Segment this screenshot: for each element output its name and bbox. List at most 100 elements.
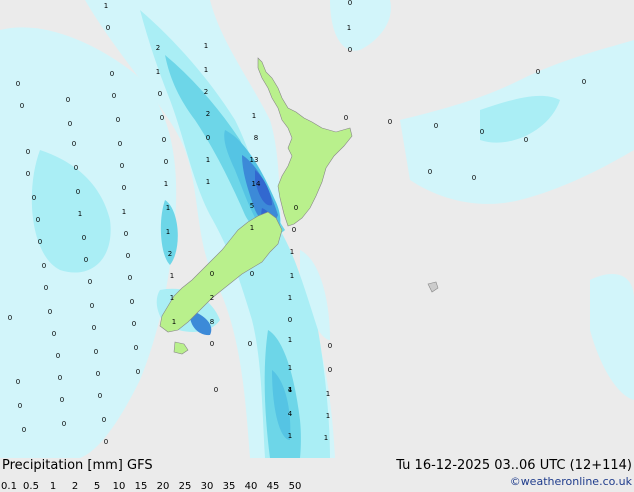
precip-value-label: 0 <box>288 316 292 324</box>
precip-value-label: 0 <box>26 170 30 178</box>
precip-value-label: 0 <box>480 128 484 136</box>
precip-value-label: 1 <box>326 412 330 420</box>
precip-value-label: 0 <box>48 308 52 316</box>
precip-value-label: 0 <box>294 204 298 212</box>
precip-value-label: 0 <box>56 352 60 360</box>
precip-value-label: 0 <box>102 416 106 424</box>
precip-value-label: 1 <box>324 434 328 442</box>
precipitation-map: 1 0 0 1 0 2 1 0 1 1 0 0 0 2 0 0 0 0 0 2 1 8 0 0 0 0 0 0 0 0 0 0 0 0 0 0 0 0 1 1… <box>0 0 634 458</box>
precip-value-label: 0 <box>22 426 26 434</box>
precip-value-label: 1 <box>156 68 160 76</box>
precip-value-label: 0 <box>428 168 432 176</box>
precip-value-label: 4 <box>288 386 293 394</box>
precip-value-label: 0 <box>388 118 392 126</box>
precip-value-label: 4 <box>288 410 293 418</box>
precip-value-label: 5 <box>250 202 254 210</box>
credit-link[interactable]: ©weatheronline.co.uk <box>510 475 632 488</box>
precip-value-label: 0 <box>122 184 126 192</box>
precip-value-label: 0 <box>8 314 12 322</box>
precip-value-label: 1 <box>204 42 208 50</box>
precip-value-label: 0 <box>524 136 528 144</box>
precip-value-label: 0 <box>116 116 120 124</box>
precip-value-label: 0 <box>472 174 476 182</box>
precip-value-label: 0 <box>112 92 116 100</box>
precip-value-label: 0 <box>88 278 92 286</box>
precip-value-label: 0 <box>92 324 96 332</box>
precip-value-label: 1 <box>104 2 108 10</box>
precip-value-label: 2 <box>168 250 172 258</box>
precip-value-label: 0 <box>120 162 124 170</box>
precip-value-label: 0 <box>160 114 164 122</box>
precip-value-label: 0 <box>536 68 540 76</box>
precip-value-label: 14 <box>252 180 261 188</box>
precip-value-label: 0 <box>90 302 94 310</box>
precip-value-label: 1 <box>172 318 176 326</box>
precip-value-label: 0 <box>44 284 48 292</box>
precip-value-label: 0 <box>26 148 30 156</box>
precip-value-label: 0 <box>16 80 20 88</box>
legend-tick-label: 2 <box>71 481 79 492</box>
precip-value-label: 0 <box>250 270 254 278</box>
precip-value-label: 0 <box>210 270 214 278</box>
precip-value-label: 1 <box>326 390 330 398</box>
precip-value-label: 1 <box>288 336 292 344</box>
precip-value-label: 0 <box>72 140 76 148</box>
precip-value-label: 0 <box>32 194 36 202</box>
precip-value-label: 1 <box>164 180 168 188</box>
precip-value-label: 0 <box>434 122 438 130</box>
precip-value-label: 2 <box>156 44 160 52</box>
precip-value-label: 0 <box>162 136 166 144</box>
precip-value-label: 2 <box>206 110 210 118</box>
precip-value-label: 0 <box>18 402 22 410</box>
precip-value-label: 0 <box>158 90 162 98</box>
precip-value-label: 0 <box>582 78 586 86</box>
precip-value-label: 0 <box>110 70 114 78</box>
precip-value-label: 0 <box>74 164 78 172</box>
precip-value-label: 1 <box>206 178 210 186</box>
legend-tick-label: 25 <box>178 481 192 492</box>
precip-value-label: 0 <box>94 348 98 356</box>
legend-tick-label: 35 <box>222 481 236 492</box>
map-title: Precipitation [mm] GFS <box>2 458 153 473</box>
precip-value-label: 1 <box>78 210 82 218</box>
precip-value-label: 0 <box>98 392 102 400</box>
precip-value-label: 0 <box>348 46 352 54</box>
precip-value-label: 0 <box>164 158 168 166</box>
precip-value-label: 0 <box>328 366 332 374</box>
precip-value-label: 0 <box>292 226 296 234</box>
precip-value-label: 1 <box>206 156 210 164</box>
precip-value-label: 0 <box>214 386 218 394</box>
legend-tick-label: 1 <box>49 481 57 492</box>
precip-value-label: 0 <box>128 274 132 282</box>
precip-value-label: 0 <box>104 438 108 446</box>
precip-value-label: 0 <box>118 140 122 148</box>
precip-value-label: 1 <box>166 204 170 212</box>
footer: Precipitation [mm] GFS Tu 16-12-2025 03.… <box>0 458 634 492</box>
precip-value-label: 0 <box>84 256 88 264</box>
precip-value-label: 0 <box>130 298 134 306</box>
legend-tick-label: 30 <box>200 481 214 492</box>
precip-value-label: 0 <box>106 24 110 32</box>
precip-value-label: 8 <box>254 134 258 142</box>
precip-value-label: 0 <box>52 330 56 338</box>
precip-value-label: 1 <box>204 66 208 74</box>
precip-value-label: 1 <box>170 294 174 302</box>
legend-tick-label: 15 <box>134 481 148 492</box>
precip-value-label: 1 <box>290 248 294 256</box>
legend-tick-label: 0.1 <box>1 481 17 492</box>
precip-value-label: 0 <box>248 340 252 348</box>
legend-tick-label: 10 <box>112 481 126 492</box>
precip-value-label: 0 <box>66 96 70 104</box>
precip-value-label: 1 <box>170 272 174 280</box>
precip-value-label: 0 <box>42 262 46 270</box>
precip-value-label: 0 <box>68 120 72 128</box>
precip-value-label: 1 <box>252 112 256 120</box>
legend-tick-label: 5 <box>93 481 101 492</box>
precip-value-label: 0 <box>20 102 24 110</box>
precip-value-label: 0 <box>124 230 128 238</box>
precip-value-label: 2 <box>204 88 208 96</box>
precip-value-label: 0 <box>16 378 20 386</box>
precip-value-label: 0 <box>38 238 42 246</box>
precip-value-label: 0 <box>76 188 80 196</box>
precip-value-label: 0 <box>134 344 138 352</box>
